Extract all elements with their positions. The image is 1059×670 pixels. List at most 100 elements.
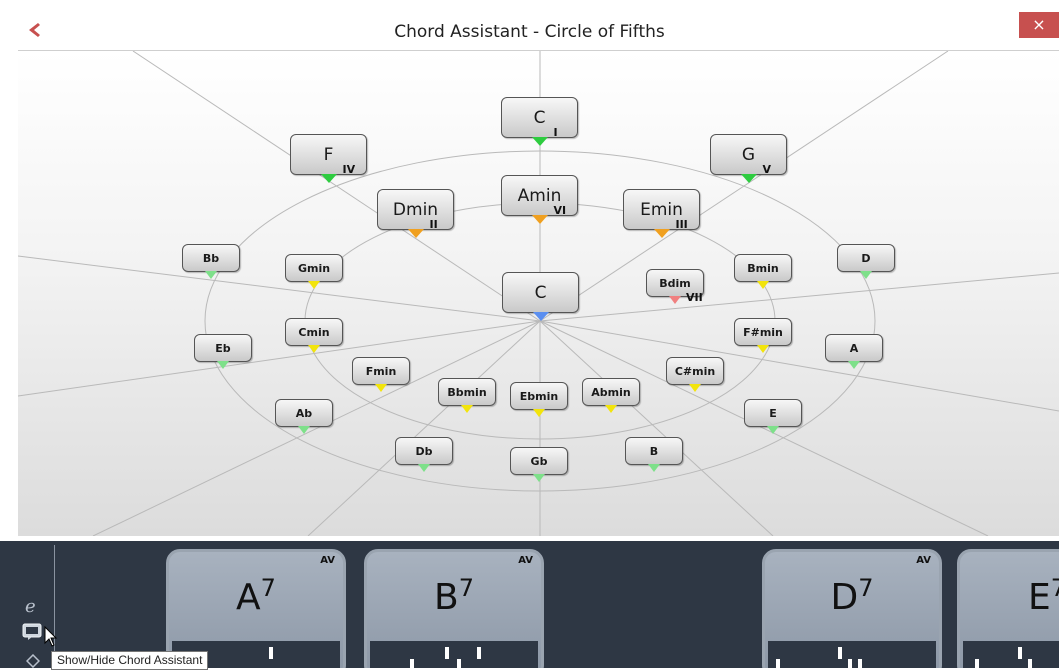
- chord-marker: [308, 345, 320, 353]
- chord-name: D7: [765, 574, 939, 618]
- chord-marker: [689, 384, 701, 392]
- chord-tag: AV: [320, 555, 335, 566]
- chord-label: Bmin: [747, 262, 779, 275]
- chord-marker: [320, 174, 337, 183]
- mouse-cursor-icon: [44, 626, 58, 647]
- window-title: Chord Assistant - Circle of Fifths: [394, 22, 665, 42]
- chord-outer-gb[interactable]: Gb: [510, 447, 568, 482]
- chord-marker: [648, 464, 660, 472]
- chord-name: B7: [367, 574, 541, 618]
- chord-marker: [605, 405, 617, 413]
- chord-inner-fmin[interactable]: Fmin: [352, 357, 410, 392]
- chord-card[interactable]: AV B7: [364, 549, 544, 668]
- chord-suffix: 7: [260, 574, 276, 602]
- chord-root: B: [434, 577, 459, 618]
- e-icon[interactable]: e: [25, 596, 36, 617]
- chord-inner-fsharpmin[interactable]: F#min: [734, 318, 792, 353]
- chord-outer-b[interactable]: B: [625, 437, 683, 472]
- chord-outer-ab[interactable]: Ab: [275, 399, 333, 434]
- chord-degree: IV: [342, 163, 356, 176]
- chord-outer-db[interactable]: Db: [395, 437, 453, 472]
- chord-root: A: [236, 577, 261, 618]
- chord-main-bdim[interactable]: Bdim VII: [646, 269, 704, 304]
- chord-label: B: [649, 445, 659, 458]
- chord-label: Cmin: [298, 326, 330, 339]
- chord-main-f[interactable]: F IV: [290, 134, 367, 183]
- chord-outer-bb[interactable]: Bb: [182, 244, 240, 279]
- chord-inner-csharpmin[interactable]: C#min: [666, 357, 724, 392]
- chord-inner-ebmin[interactable]: Ebmin: [510, 382, 568, 417]
- chord-tag: AV: [518, 555, 533, 566]
- chord-label: Abmin: [591, 386, 631, 399]
- chord-assistant-icon[interactable]: [22, 623, 42, 641]
- chord-label: Ebmin: [519, 390, 559, 403]
- chord-main-dmin[interactable]: Dmin II: [377, 189, 454, 238]
- chord-marker: [740, 174, 757, 183]
- chord-degree: I: [553, 126, 558, 139]
- chord-marker: [757, 281, 769, 289]
- chord-degree: II: [429, 218, 438, 231]
- chord-outer-e[interactable]: E: [744, 399, 802, 434]
- chord-marker: [461, 405, 473, 413]
- chord-tag: AV: [916, 555, 931, 566]
- note-key: [1018, 647, 1022, 659]
- note-key: [975, 659, 979, 668]
- divider: [54, 545, 55, 668]
- chord-inner-bmin[interactable]: Bmin: [734, 254, 792, 289]
- chord-label: Bb: [202, 252, 220, 265]
- chord-suffix: 7: [858, 574, 874, 602]
- chord-outer-d[interactable]: D: [837, 244, 895, 279]
- chord-inner-abmin[interactable]: Abmin: [582, 378, 640, 413]
- chord-degree: III: [675, 218, 688, 231]
- chord-root: D: [830, 577, 859, 618]
- chord-track-panel: e AV A7 AV B7 AV D7 E7: [0, 541, 1059, 668]
- chord-label: Eb: [215, 342, 231, 355]
- lower-icon[interactable]: [26, 654, 40, 668]
- chord-card[interactable]: AV D7: [762, 549, 942, 668]
- chord-degree: V: [762, 163, 772, 176]
- title-bar: Chord Assistant - Circle of Fifths ×: [0, 0, 1059, 48]
- chord-marker: [757, 345, 769, 353]
- note-key: [457, 659, 461, 668]
- voicing-keys: [963, 641, 1059, 668]
- note-key: [776, 659, 780, 668]
- note-key: [410, 659, 414, 668]
- chord-label: C: [534, 283, 547, 303]
- voicing-keys: [768, 641, 936, 668]
- note-key: [848, 659, 852, 668]
- chord-main-g[interactable]: G V: [710, 134, 787, 183]
- chord-inner-gmin[interactable]: Gmin: [285, 254, 343, 289]
- chord-center[interactable]: C: [502, 272, 579, 321]
- chord-suffix: 7: [1050, 574, 1059, 602]
- chord-marker: [669, 296, 681, 304]
- note-key: [1028, 659, 1032, 668]
- chord-label: Bbmin: [447, 386, 487, 399]
- chord-main-c[interactable]: C I: [501, 97, 578, 146]
- chord-marker: [217, 361, 229, 369]
- chord-degree: VII: [686, 291, 703, 304]
- chord-root: E: [1027, 577, 1051, 618]
- note-key: [858, 659, 862, 668]
- chord-inner-cmin[interactable]: Cmin: [285, 318, 343, 353]
- chord-main-amin[interactable]: Amin VI: [501, 175, 578, 224]
- circle-of-fifths: C C I G V F IV Amin VI Emin III Dmin II …: [18, 50, 1059, 536]
- chord-marker: [532, 312, 549, 321]
- chord-label: G: [741, 145, 756, 165]
- chord-marker: [531, 215, 548, 224]
- chord-suffix: 7: [458, 574, 474, 602]
- note-key: [477, 647, 481, 659]
- close-button[interactable]: ×: [1019, 12, 1059, 38]
- chord-label: C: [533, 108, 546, 128]
- chord-label: F#min: [743, 326, 783, 339]
- chord-outer-eb[interactable]: Eb: [194, 334, 252, 369]
- chord-main-emin[interactable]: Emin III: [623, 189, 700, 238]
- chord-marker: [375, 384, 387, 392]
- chord-outer-a[interactable]: A: [825, 334, 883, 369]
- chord-marker: [418, 464, 430, 472]
- chord-name: A7: [169, 574, 343, 618]
- chord-marker: [767, 426, 779, 434]
- chord-card[interactable]: E7: [957, 549, 1059, 668]
- chord-inner-bbmin[interactable]: Bbmin: [438, 378, 496, 413]
- chord-name: E7: [960, 574, 1059, 618]
- chord-label: D: [861, 252, 871, 265]
